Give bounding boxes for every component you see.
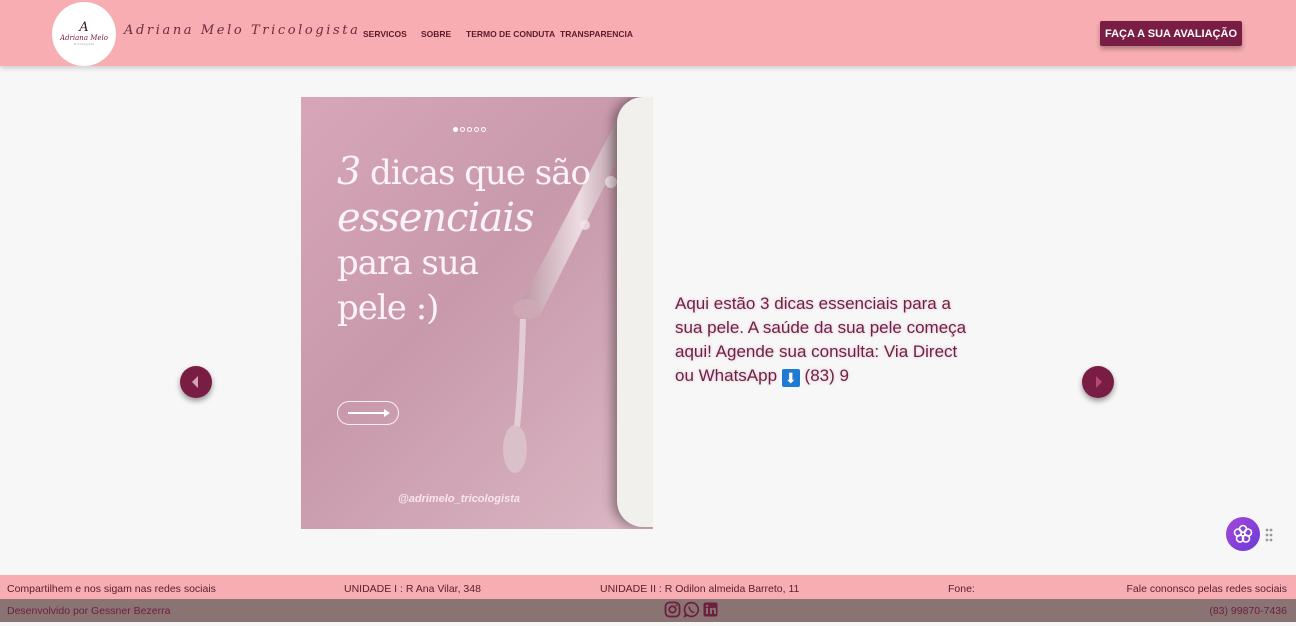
slide-dot (467, 127, 472, 132)
linkedin-icon[interactable] (702, 601, 719, 618)
headline-line2: essenciais (337, 195, 535, 241)
footer-info-bar: Compartilhem e nos sigam nas redes socia… (0, 575, 1296, 599)
headline-line4: pele :) (337, 288, 439, 328)
social-links (664, 601, 719, 618)
logo-text: Adriana Melo (60, 34, 108, 42)
instagram-handle: @adrimelo_tricologista (398, 493, 520, 505)
slide-dot (460, 127, 465, 132)
logo-mark: A (79, 20, 89, 35)
footer-unit-2: UNIDADE II : R Odilon almeida Barreto, 1… (600, 583, 800, 595)
post-headline: 3 dicas que são essenciais para sua pele… (337, 149, 591, 331)
caption-phone: (83) 9 (804, 366, 849, 385)
down-arrow-icon: ⬇ (781, 369, 800, 387)
footer-share-text: Compartilhem e nos sigam nas redes socia… (7, 583, 216, 595)
brand-name[interactable]: Adriana Melo Tricologista (124, 23, 360, 38)
caret-right-icon (1096, 376, 1102, 388)
whatsapp-icon[interactable] (683, 601, 700, 618)
footer-bottom-bar: Desenvolvido por Gessner Bezerra (83) 99… (0, 599, 1296, 622)
footer-contact-text: Fale cononsco pelas redes sociais (1126, 583, 1287, 595)
headline-line1: dicas que são (370, 153, 591, 193)
post-image[interactable]: 3 dicas que são essenciais para sua pele… (301, 97, 653, 529)
logo[interactable]: A Adriana Melo Tricologista (52, 2, 116, 66)
drag-handle-icon[interactable] (1265, 528, 1273, 542)
caret-left-icon (192, 376, 198, 388)
developer-credit: Desenvolvido por Gessner Bezerra (7, 605, 171, 617)
carousel-next-button[interactable] (1082, 366, 1114, 398)
slide-dot (453, 127, 458, 132)
nav-termo-de-conduta[interactable]: TERMO DE CONDUTA (466, 29, 555, 39)
headline-line3: para sua (337, 243, 479, 283)
carousel-prev-button[interactable] (180, 366, 212, 398)
nav-transparencia[interactable]: TRANSPARENCIA (560, 29, 633, 39)
post-caption: Aqui estão 3 dicas essenciais para a sua… (675, 292, 975, 388)
assessment-button[interactable]: FAÇA A SUA AVALIAÇÃO (1100, 21, 1242, 46)
footer-unit-1: UNIDADE I : R Ana Vilar, 348 (344, 583, 481, 595)
image-side-panel (617, 97, 653, 527)
instagram-icon[interactable] (664, 601, 681, 618)
nav-sobre[interactable]: SOBRE (421, 29, 451, 39)
footer-phone: (83) 99870-7436 (1209, 605, 1287, 617)
footer-phone-label: Fone: (948, 583, 975, 595)
accessibility-button[interactable] (1226, 517, 1260, 551)
nav-servicos[interactable]: SERVICOS (363, 29, 407, 39)
headline-number: 3 (337, 149, 361, 193)
flower-icon (1233, 524, 1253, 543)
site-header: A Adriana Melo Tricologista Adriana Melo… (0, 0, 1296, 66)
arrow-right-icon (337, 401, 399, 425)
logo-subtitle: Tricologista (73, 42, 95, 46)
